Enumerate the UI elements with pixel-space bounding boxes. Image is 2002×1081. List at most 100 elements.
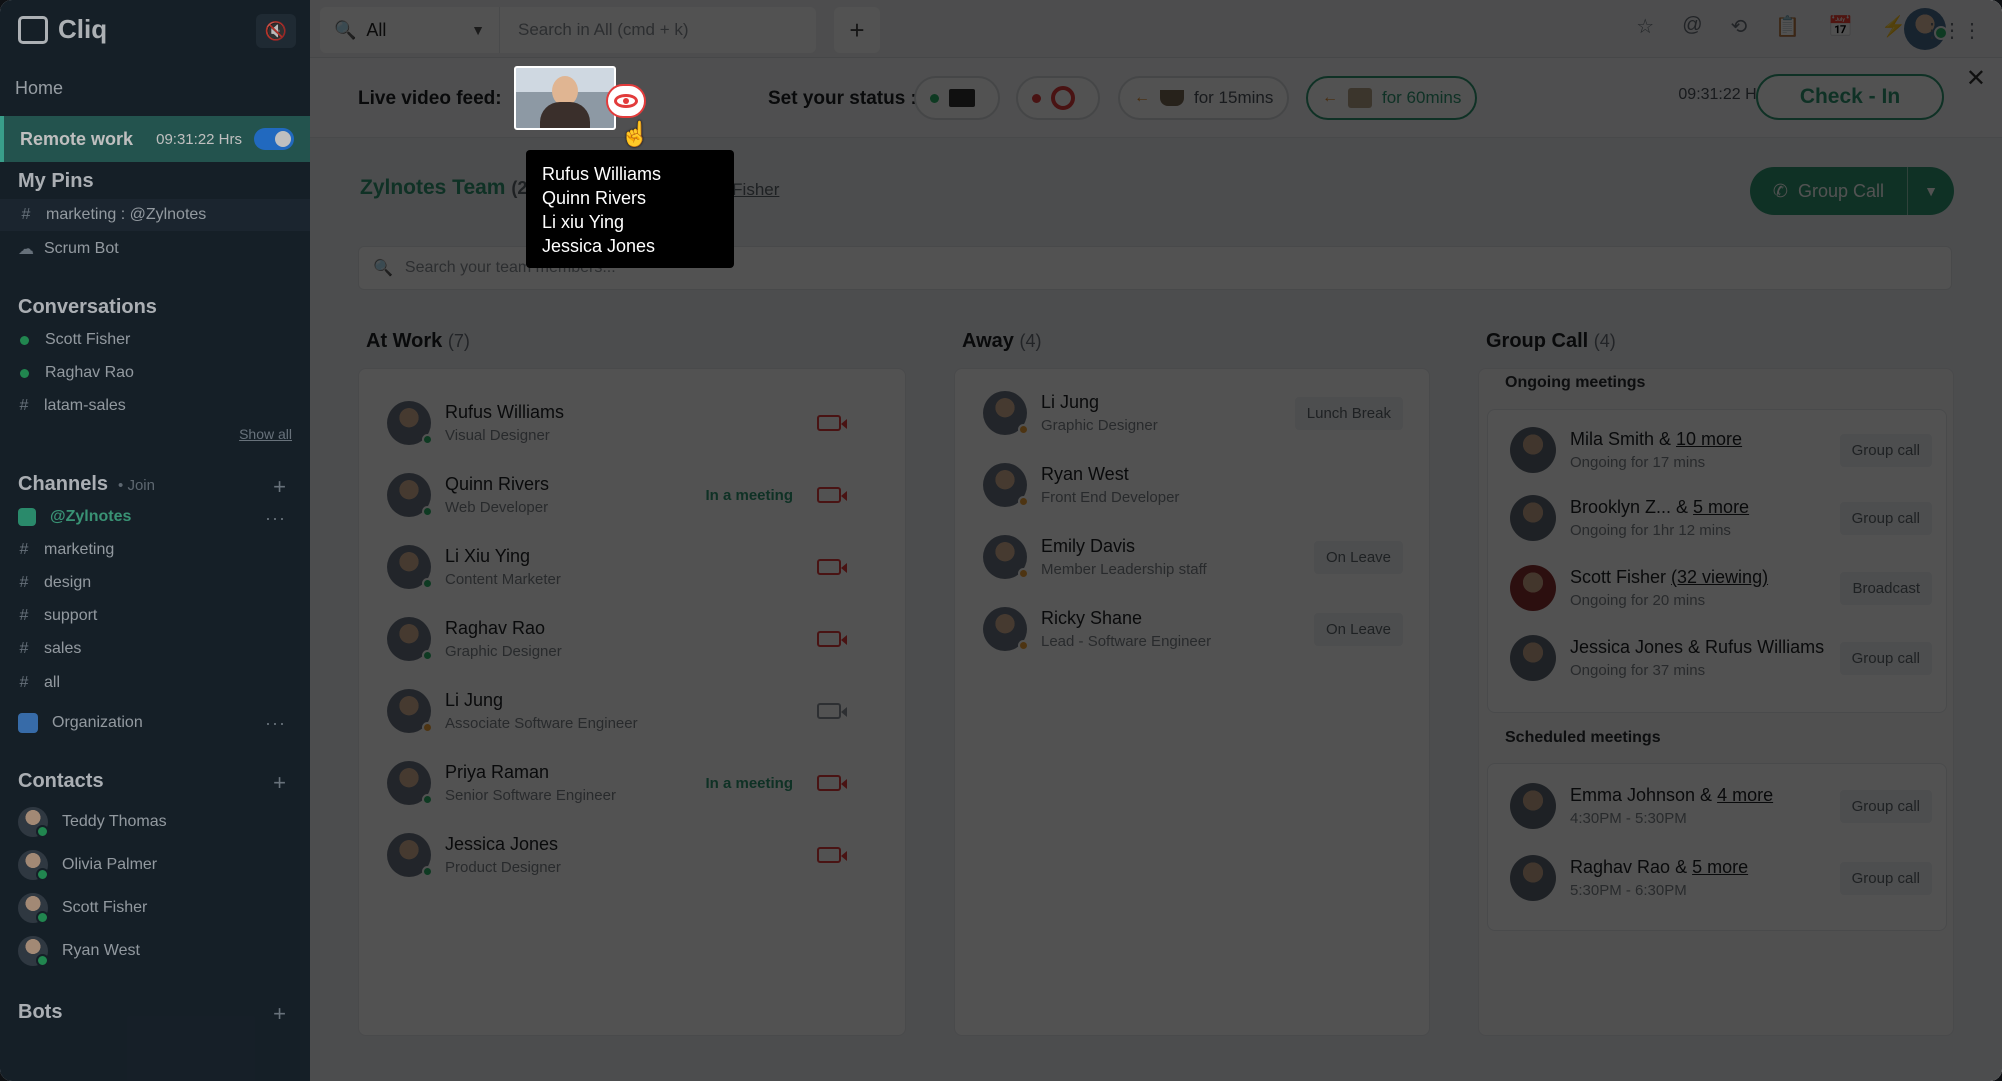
person-name: Ricky Shane <box>1041 608 1143 628</box>
apps-grid-icon[interactable]: ⋮⋮⋮ <box>1922 18 1982 43</box>
group-call-button[interactable]: ✆ Group Call ▼ <box>1750 167 1954 215</box>
more-options-icon[interactable]: ··· <box>265 508 286 529</box>
sidebar-item-label: marketing <box>44 541 115 558</box>
meeting-type-badge[interactable]: Group call <box>1839 641 1932 675</box>
list-item[interactable]: Li Jung Associate Software Engineer <box>387 683 877 739</box>
search-scope-dropdown[interactable]: 🔍 All ▼ <box>320 7 500 53</box>
list-item[interactable]: Rufus Williams Visual Designer <box>387 395 877 451</box>
search-input[interactable]: Search in All (cmd + k) <box>500 20 689 40</box>
list-item[interactable]: Li Xiu Ying Content Marketer <box>387 539 877 595</box>
status-option-coffee[interactable]: ← for 15mins <box>1118 76 1290 120</box>
sidebar-item-contact[interactable]: Teddy Thomas <box>18 807 167 838</box>
show-all-link[interactable]: Show all <box>239 426 292 442</box>
hash-icon: # <box>19 640 29 657</box>
meeting-more-link[interactable]: 10 more <box>1676 429 1742 449</box>
sidebar-item-conversation[interactable]: Raghav Rao <box>18 364 134 382</box>
list-item[interactable]: Jessica Jones Product Designer <box>387 827 877 883</box>
status-option-lunch[interactable]: ← for 60mins <box>1306 76 1478 120</box>
meeting-row[interactable]: Mila Smith & 10 more Ongoing for 17 mins … <box>1510 422 1932 478</box>
sidebar-item-channel[interactable]: @Zylnotes <box>18 508 131 526</box>
meeting-more-link[interactable]: 4 more <box>1717 785 1773 805</box>
list-item[interactable]: Raghav Rao Graphic Designer <box>387 611 877 667</box>
meeting-row[interactable]: Emma Johnson & 4 more 4:30PM - 5:30PM Gro… <box>1510 778 1932 834</box>
sidebar-item-organization[interactable]: Organization <box>18 713 143 733</box>
add-contact-icon[interactable]: + <box>273 770 286 796</box>
sidebar-item-contact[interactable]: Scott Fisher <box>18 893 147 924</box>
mention-icon[interactable]: @ <box>1682 14 1702 39</box>
remote-work-time: 09:31:22 Hrs <box>156 130 242 148</box>
sidebar-item-conversation[interactable]: # latam-sales <box>18 397 126 415</box>
meeting-more-link[interactable]: 5 more <box>1692 857 1748 877</box>
meeting-viewers-link[interactable]: (32 viewing) <box>1671 567 1768 587</box>
list-item[interactable]: Quinn Rivers Web Developer In a meeting <box>387 467 877 523</box>
list-item[interactable]: Emily Davis Member Leadership staff On Le… <box>983 529 1403 585</box>
meeting-host: Mila Smith & <box>1570 429 1677 449</box>
list-item[interactable]: Ricky Shane Lead - Software Engineer On L… <box>983 601 1403 657</box>
meeting-type-badge[interactable]: Broadcast <box>1840 571 1932 605</box>
sidebar-item-home[interactable]: Home <box>15 78 63 99</box>
video-camera-icon[interactable] <box>817 847 847 863</box>
cliq-logo-icon <box>18 15 48 44</box>
meeting-row[interactable]: Raghav Rao & 5 more 5:30PM - 6:30PM Group… <box>1510 850 1932 906</box>
chevron-down-icon[interactable]: ▼ <box>1908 183 1954 199</box>
video-camera-icon[interactable] <box>817 415 847 431</box>
list-item[interactable]: Li Jung Graphic Designer Lunch Break <box>983 385 1403 441</box>
video-camera-icon[interactable] <box>817 631 847 647</box>
column-count: (4) <box>1019 331 1042 351</box>
view-live-feed-button[interactable] <box>606 84 646 118</box>
live-video-thumbnail[interactable] <box>514 66 616 130</box>
sidebar-item-channel[interactable]: # design <box>18 574 92 592</box>
set-status-label: Set your status : <box>768 88 917 109</box>
clipboard-icon[interactable]: 📋 <box>1775 14 1800 39</box>
sidebar-item-pin-marketing[interactable]: # marketing : @Zylnotes <box>0 199 310 231</box>
sidebar-item-channel[interactable]: # all <box>18 674 60 692</box>
meeting-type-badge[interactable]: Group call <box>1839 433 1932 467</box>
at-work-panel: Rufus Williams Visual Designer Quinn Rive… <box>358 368 906 1036</box>
status-option-working[interactable] <box>914 76 1000 120</box>
video-camera-icon[interactable] <box>817 703 847 719</box>
person-role: Graphic Designer <box>445 643 562 660</box>
plug-icon[interactable]: ⚡ <box>1881 14 1906 39</box>
meeting-type-badge[interactable]: Group call <box>1839 861 1932 895</box>
history-icon[interactable]: ⟲ <box>1731 14 1748 39</box>
meeting-row[interactable]: Scott Fisher (32 viewing) Ongoing for 20 … <box>1510 560 1932 616</box>
check-in-button[interactable]: Check - In <box>1756 74 1944 120</box>
meeting-more-link[interactable]: 5 more <box>1693 497 1749 517</box>
sidebar-item-channel[interactable]: # sales <box>18 640 82 658</box>
video-camera-icon[interactable] <box>817 775 847 791</box>
meeting-type-badge[interactable]: Group call <box>1839 501 1932 535</box>
sidebar-item-contact[interactable]: Ryan West <box>18 936 140 967</box>
video-camera-icon[interactable] <box>817 487 847 503</box>
remote-work-bar[interactable]: Remote work 09:31:22 Hrs <box>0 116 310 162</box>
contacts-heading: Contacts <box>18 770 104 792</box>
status-option-focus[interactable] <box>1016 76 1100 120</box>
list-item[interactable]: Priya Raman Senior Software Engineer In a… <box>387 755 877 811</box>
sidebar-item-conversation[interactable]: Scott Fisher <box>18 331 130 349</box>
more-options-icon[interactable]: ··· <box>265 713 286 734</box>
channels-join-link[interactable]: • Join <box>118 477 155 494</box>
new-item-button[interactable]: + <box>834 7 880 53</box>
list-item[interactable]: Ryan West Front End Developer <box>983 457 1403 513</box>
mute-icon[interactable]: 🔇 <box>256 14 296 48</box>
meeting-row[interactable]: Brooklyn Z... & 5 more Ongoing for 1hr 12… <box>1510 490 1932 546</box>
viewer-name: Rufus Williams <box>542 164 662 184</box>
meeting-row[interactable]: Jessica Jones & Rufus Williams Ongoing fo… <box>1510 630 1932 686</box>
person-name: Rufus Williams <box>445 402 565 422</box>
sidebar-item-channel[interactable]: # support <box>18 607 98 625</box>
calendar-icon[interactable]: 📅 <box>1828 14 1853 39</box>
meeting-type-badge[interactable]: Group call <box>1839 789 1932 823</box>
person-name: Raghav Rao <box>445 618 546 638</box>
group-call-main[interactable]: ✆ Group Call <box>1750 167 1908 215</box>
sidebar-item-contact[interactable]: Olivia Palmer <box>18 850 157 881</box>
add-channel-icon[interactable]: + <box>273 474 286 500</box>
top-bar: 🔍 All ▼ Search in All (cmd + k) + ☆ @ ⟲ … <box>310 0 2002 58</box>
team-title[interactable]: Zylnotes Team (24 <box>360 176 537 200</box>
star-icon[interactable]: ☆ <box>1636 14 1654 39</box>
video-camera-icon[interactable] <box>817 559 847 575</box>
app-logo[interactable]: Cliq <box>18 14 107 45</box>
remote-work-toggle[interactable] <box>254 128 294 150</box>
add-bot-icon[interactable]: + <box>273 1001 286 1027</box>
close-icon[interactable]: ✕ <box>1966 64 1986 93</box>
sidebar-item-channel[interactable]: # marketing <box>18 541 115 559</box>
sidebar-item-pin-scrum-bot[interactable]: ☁ Scrum Bot <box>18 239 119 259</box>
